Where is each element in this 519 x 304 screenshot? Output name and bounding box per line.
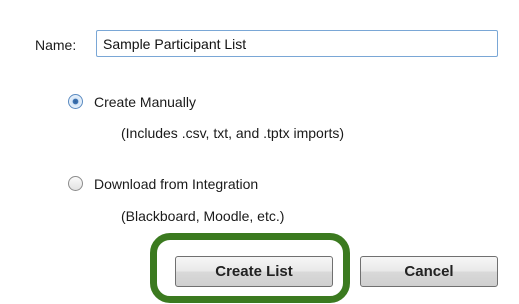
cancel-button[interactable]: Cancel xyxy=(360,256,498,287)
download-integration-note: (Blackboard, Moodle, etc.) xyxy=(121,208,285,224)
create-manually-label[interactable]: Create Manually xyxy=(94,93,196,111)
download-integration-label[interactable]: Download from Integration xyxy=(94,175,258,193)
name-input[interactable] xyxy=(96,30,498,57)
create-manually-note: (Includes .csv, txt, and .tptx imports) xyxy=(121,125,345,141)
create-manually-radio[interactable] xyxy=(68,94,83,109)
name-label: Name: xyxy=(35,37,77,53)
download-integration-radio[interactable] xyxy=(68,176,83,191)
create-list-dialog: Name: Create Manually (Includes .csv, tx… xyxy=(0,0,519,304)
create-list-button[interactable]: Create List xyxy=(175,256,333,287)
